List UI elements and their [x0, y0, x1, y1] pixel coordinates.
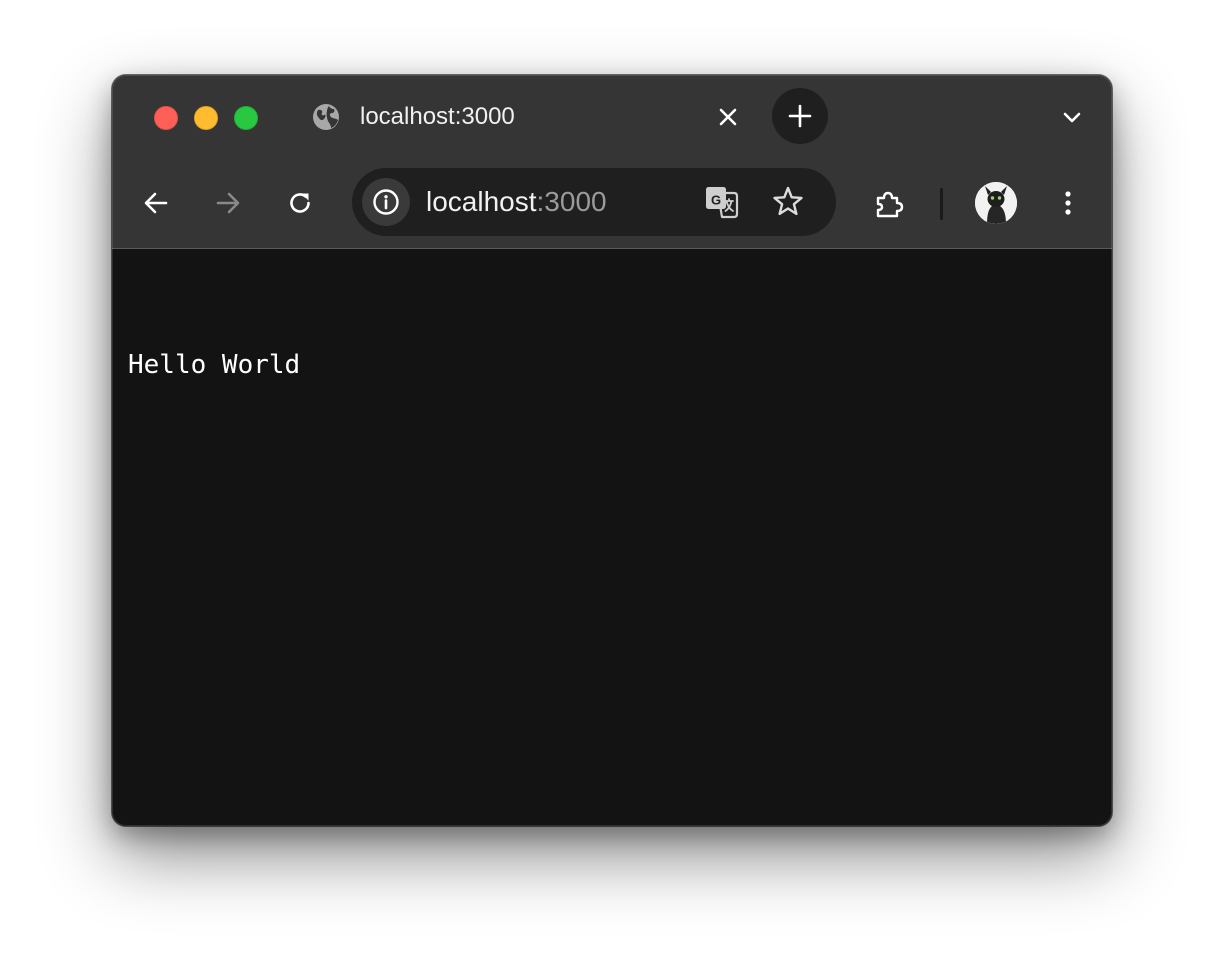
address-bar[interactable]: localhost:3000 G: [352, 168, 836, 236]
info-icon: [373, 189, 399, 215]
svg-text:G: G: [711, 193, 721, 208]
chevron-down-icon[interactable]: [1058, 103, 1086, 131]
globe-icon: [312, 103, 340, 131]
arrow-right-icon: [216, 192, 240, 214]
title-bar: localhost:3000: [112, 75, 1112, 159]
new-tab-button[interactable]: [772, 88, 828, 144]
zoom-window-button[interactable]: [234, 106, 258, 130]
extensions-button[interactable]: [868, 183, 908, 223]
reload-button[interactable]: [280, 183, 320, 223]
toolbar: localhost:3000 G: [112, 159, 1112, 249]
page-content: Hello World: [112, 249, 1112, 826]
profile-avatar[interactable]: [975, 182, 1017, 224]
close-window-button[interactable]: [154, 106, 178, 130]
url-text[interactable]: localhost:3000: [426, 186, 607, 218]
close-icon[interactable]: [714, 103, 742, 131]
arrow-left-icon: [144, 192, 168, 214]
browser-window: localhost:3000 localhost:3000 G Hello Wo…: [112, 75, 1112, 826]
more-vertical-icon: [1065, 191, 1071, 215]
url-host: localhost: [426, 186, 537, 217]
toolbar-divider: [940, 188, 943, 220]
minimize-window-button[interactable]: [194, 106, 218, 130]
puzzle-icon: [876, 191, 904, 218]
reload-icon: [290, 193, 310, 213]
page-text: Hello World: [128, 350, 301, 380]
site-info-button[interactable]: [362, 178, 410, 226]
tab-title: localhost:3000: [360, 103, 515, 130]
plus-icon: [788, 104, 812, 128]
star-icon[interactable]: [770, 184, 806, 220]
translate-icon[interactable]: G: [704, 184, 740, 220]
back-button[interactable]: [136, 183, 176, 223]
more-menu-button[interactable]: [1048, 183, 1088, 223]
forward-button[interactable]: [208, 183, 248, 223]
url-port: :3000: [536, 186, 607, 217]
tab-localhost[interactable]: localhost:3000: [300, 89, 760, 145]
